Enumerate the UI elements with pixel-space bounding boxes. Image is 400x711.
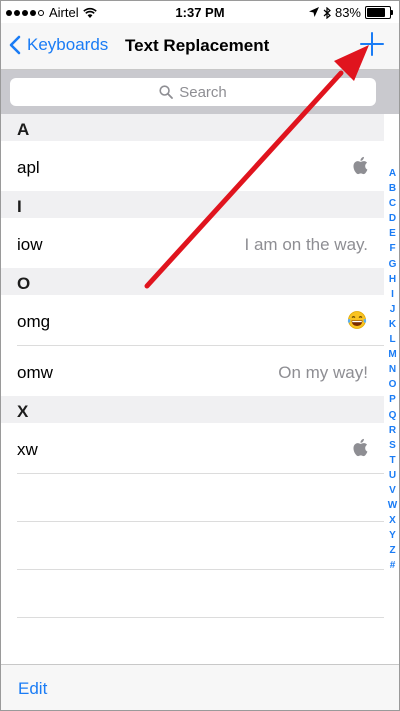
edit-button[interactable]: Edit xyxy=(18,679,47,699)
status-right: 83% xyxy=(308,5,393,20)
empty-row xyxy=(17,618,384,666)
phrase-text: I am on the way. xyxy=(244,235,368,254)
shortcut-text: iow xyxy=(17,235,43,254)
plus-icon[interactable] xyxy=(359,31,385,57)
page-title: Text Replacement xyxy=(125,36,270,55)
index-letter-q[interactable]: Q xyxy=(389,408,397,423)
status-bar: Airtel 1:37 PM 83% xyxy=(1,1,399,23)
list-item-iow[interactable]: iow I am on the way. xyxy=(17,218,384,268)
bluetooth-icon xyxy=(323,6,331,19)
index-letter-n[interactable]: N xyxy=(389,362,396,377)
shortcut-text: omg xyxy=(17,312,51,331)
index-letter-f[interactable]: F xyxy=(389,241,395,256)
list-item-xw[interactable]: xw xyxy=(17,423,384,474)
section-index-bar[interactable]: A B C D E F G H I J K L M N O P Q R S T U V W X Y Z # xyxy=(386,166,399,574)
phone-screen: Airtel 1:37 PM 83% Keyboards Text Replac… xyxy=(0,0,400,711)
section-header-o: O xyxy=(1,268,384,295)
empty-row xyxy=(17,474,384,522)
index-letter-v[interactable]: V xyxy=(389,483,396,498)
shortcut-text: xw xyxy=(17,440,38,459)
index-letter-j[interactable]: J xyxy=(390,302,396,317)
index-letter-d[interactable]: D xyxy=(389,211,396,226)
index-letter-p[interactable]: P xyxy=(389,392,396,407)
search-input[interactable]: Search xyxy=(10,78,376,106)
index-letter-e[interactable]: E xyxy=(389,226,396,241)
shortcut-text: omw xyxy=(17,363,53,382)
index-letter-s[interactable]: S xyxy=(389,438,396,453)
list-item-omw[interactable]: omw On my way! xyxy=(17,346,384,396)
back-button-label: Keyboards xyxy=(27,35,109,54)
search-icon xyxy=(159,85,174,99)
bottom-toolbar: Edit xyxy=(1,664,399,710)
index-letter-x[interactable]: X xyxy=(389,513,396,528)
section-header-x: X xyxy=(1,396,384,423)
location-arrow-icon xyxy=(308,7,319,17)
section-header-i: I xyxy=(1,191,384,218)
index-letter-i[interactable]: I xyxy=(391,287,394,302)
index-letter-y[interactable]: Y xyxy=(389,528,396,543)
index-letter-o[interactable]: O xyxy=(389,377,397,392)
index-letter-l[interactable]: L xyxy=(389,332,395,347)
list-item-omg[interactable]: omg xyxy=(17,295,384,346)
index-letter-hash[interactable]: # xyxy=(390,558,396,573)
index-letter-h[interactable]: H xyxy=(389,272,396,287)
index-letter-u[interactable]: U xyxy=(389,468,396,483)
search-placeholder: Search xyxy=(179,83,227,101)
laughing-tears-emoji-icon xyxy=(347,311,367,329)
index-letter-a[interactable]: A xyxy=(389,166,396,181)
index-letter-r[interactable]: R xyxy=(389,423,396,438)
index-letter-z[interactable]: Z xyxy=(389,543,395,558)
text-replacement-list: A apl I iow I am on the way. O omg omw O… xyxy=(1,114,384,666)
search-area: Search xyxy=(1,70,399,114)
index-letter-w[interactable]: W xyxy=(388,498,397,513)
chevron-left-icon xyxy=(9,35,21,55)
empty-row xyxy=(17,570,384,618)
list-item-apl[interactable]: apl xyxy=(17,141,384,191)
index-letter-t[interactable]: T xyxy=(389,453,395,468)
apple-logo-icon xyxy=(353,156,368,175)
back-button[interactable]: Keyboards xyxy=(9,35,108,55)
shortcut-text: apl xyxy=(17,158,40,177)
index-letter-b[interactable]: B xyxy=(389,181,396,196)
phrase-text: On my way! xyxy=(278,363,368,382)
index-letter-k[interactable]: K xyxy=(389,317,396,332)
index-letter-g[interactable]: G xyxy=(389,257,397,272)
index-letter-c[interactable]: C xyxy=(389,196,396,211)
empty-row xyxy=(17,522,384,570)
index-letter-m[interactable]: M xyxy=(388,347,396,362)
navigation-bar: Keyboards Text Replacement xyxy=(1,23,399,70)
apple-logo-icon xyxy=(353,438,368,457)
battery-icon xyxy=(365,6,393,19)
section-header-a: A xyxy=(1,114,384,141)
battery-percentage: 83% xyxy=(334,5,361,20)
